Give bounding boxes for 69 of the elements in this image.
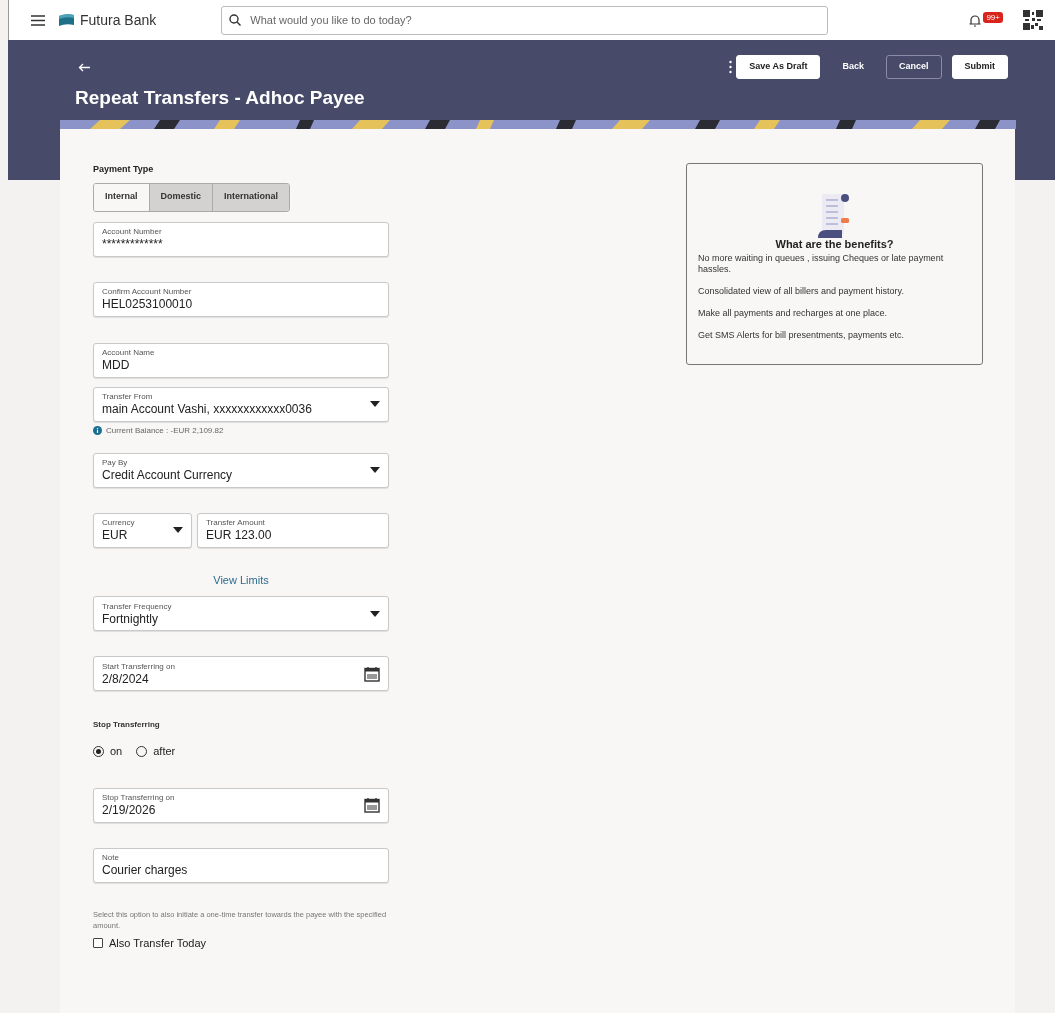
field-value: 2/8/2024 bbox=[102, 672, 150, 685]
caret-icon bbox=[370, 467, 380, 473]
search-field[interactable]: What would you like to do today? bbox=[221, 5, 829, 35]
info-icon bbox=[93, 426, 102, 435]
field-label: Currency bbox=[102, 519, 135, 527]
radio-option[interactable]: after bbox=[136, 743, 176, 760]
input-field[interactable]: Transfer From main Account Vashi, xxxxxxxxxxxx0036 bbox=[93, 386, 389, 422]
benefit-text: No more waiting in queues , issuing Cheques or late payment hassles. bbox=[698, 252, 945, 275]
logo-icon bbox=[59, 13, 74, 27]
field-label: Stop Transferring on bbox=[102, 794, 175, 802]
action-button[interactable]: Back bbox=[830, 55, 876, 79]
field-value: Credit Account Currency bbox=[102, 469, 233, 481]
input-field[interactable]: Note Courier charges bbox=[93, 847, 389, 883]
field-value: Fortnightly bbox=[102, 612, 160, 625]
input-field[interactable]: Account Name MDD bbox=[93, 342, 389, 378]
input-field[interactable]: Stop Transferring on 2/19/2026 bbox=[93, 787, 389, 823]
benefit-text: Get SMS Alerts for bill presentments, payments etc. bbox=[698, 329, 906, 341]
field-label: Transfer Amount bbox=[206, 519, 266, 527]
input-field[interactable]: Start Transferring on 2/8/2024 bbox=[93, 656, 389, 691]
balance-hint: Current Balance : -EUR 2,109.82 bbox=[106, 424, 224, 437]
search-icon bbox=[229, 13, 242, 26]
bell-icon[interactable] bbox=[969, 13, 982, 27]
input-field[interactable]: Transfer Amount EUR 123.00 bbox=[197, 512, 389, 548]
field-value: MDD bbox=[102, 359, 131, 371]
field-value: main Account Vashi, xxxxxxxxxxxx0036 bbox=[102, 403, 312, 415]
payment-type-tab[interactable]: International bbox=[212, 183, 290, 211]
input-field[interactable]: Pay By Credit Account Currency bbox=[93, 452, 389, 488]
action-button[interactable]: Submit bbox=[951, 55, 1008, 79]
calendar-icon bbox=[364, 797, 380, 813]
caret-icon bbox=[370, 610, 380, 617]
benefit-text: Make all payments and recharges at one place. bbox=[698, 307, 889, 319]
radio-option[interactable]: on bbox=[93, 743, 123, 760]
caret-icon bbox=[173, 527, 183, 533]
field-value: EUR bbox=[102, 529, 129, 541]
field-value: EUR 123.00 bbox=[206, 529, 272, 541]
payment-type-tab[interactable]: Domestic bbox=[148, 183, 213, 211]
caret-icon bbox=[370, 401, 380, 407]
field-label: Stop Transferring bbox=[93, 719, 161, 731]
field-value: Courier charges bbox=[102, 864, 188, 876]
field-label: Account Number bbox=[102, 228, 163, 236]
notification-badge: 99+ bbox=[983, 11, 1003, 23]
field-label: Note bbox=[102, 854, 120, 862]
field-label: Pay By bbox=[102, 459, 129, 467]
field-label: Transfer From bbox=[102, 393, 154, 401]
calendar-icon bbox=[364, 665, 380, 682]
checkbox[interactable]: Also Transfer Today bbox=[93, 934, 389, 951]
field-value: HEL0253100010 bbox=[102, 298, 193, 310]
field-label: Account Name bbox=[102, 349, 155, 357]
brand-name: Futura Bank bbox=[80, 10, 157, 30]
field-value: ************* bbox=[102, 238, 163, 250]
more-icon[interactable] bbox=[729, 60, 733, 74]
input-field[interactable]: Currency EUR bbox=[93, 512, 192, 548]
field-value: 2/19/2026 bbox=[102, 804, 157, 816]
page-title: Repeat Transfers - Adhoc Payee bbox=[74, 86, 366, 110]
field-label: Start Transferring on bbox=[102, 662, 175, 671]
action-button[interactable]: Cancel bbox=[886, 55, 942, 79]
menu-icon[interactable] bbox=[31, 14, 45, 26]
input-field[interactable]: Confirm Account Number HEL0253100010 bbox=[93, 281, 389, 317]
benefits-title: What are the benefits? bbox=[774, 237, 895, 252]
view-limits-link[interactable]: View Limits bbox=[213, 571, 269, 588]
back-arrow-icon[interactable] bbox=[78, 62, 90, 72]
input-field[interactable]: Transfer Frequency Fortnightly bbox=[93, 596, 389, 631]
field-label: Payment Type bbox=[93, 163, 155, 176]
benefit-text: Consolidated view of all billers and payment history. bbox=[698, 285, 905, 297]
field-label: Transfer Frequency bbox=[102, 602, 172, 611]
input-field[interactable]: Account Number ************* bbox=[93, 221, 389, 257]
field-label: Confirm Account Number bbox=[102, 288, 193, 296]
action-button[interactable]: Save As Draft bbox=[736, 55, 821, 79]
qr-code-icon[interactable] bbox=[1023, 10, 1043, 30]
